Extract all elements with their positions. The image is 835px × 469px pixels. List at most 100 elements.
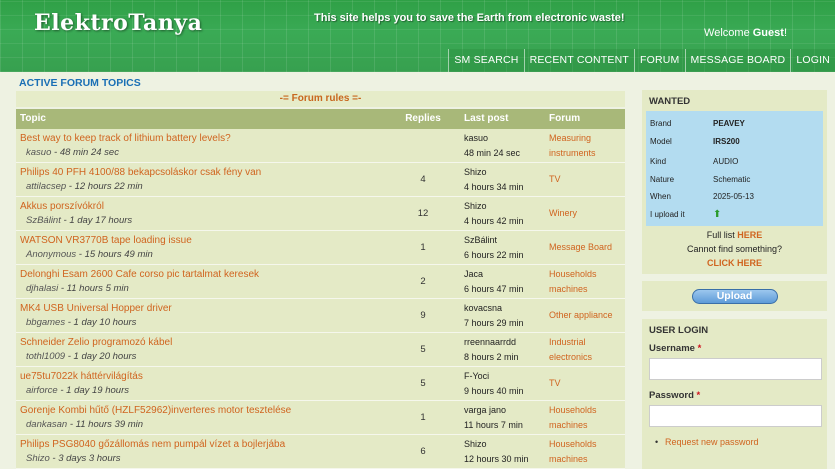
topic-author[interactable]: bbgames — [26, 317, 65, 328]
header-last-post: Last post — [464, 113, 509, 124]
last-post-cell: Shizo 4 hours 34 min — [460, 165, 545, 195]
forum-link[interactable]: TV — [549, 172, 625, 187]
request-password-link[interactable]: Request new password — [649, 437, 820, 447]
nav-message-board[interactable]: MESSAGE BOARD — [684, 49, 791, 72]
last-post-time: 7 hours 29 min — [464, 317, 524, 328]
forum-link-line2[interactable]: instruments — [549, 146, 625, 161]
nav-forum[interactable]: FORUM — [634, 49, 685, 72]
topic-author[interactable]: Anonymous — [26, 249, 76, 260]
last-post-cell: rreennaarrdd 8 hours 2 min — [460, 335, 545, 365]
header-topic: Topic — [20, 113, 46, 124]
topic-title-link[interactable]: WATSON VR3770B tape loading issue — [20, 235, 386, 246]
topic-title-link[interactable]: Gorenje Kombi hűtő (HZLF52962)inverteres… — [20, 405, 386, 416]
topic-title-link[interactable]: ue75tu7022k háttérvilágítás — [20, 371, 386, 382]
forum-link[interactable]: TV — [549, 376, 625, 391]
topic-title-link[interactable]: Delonghi Esam 2600 Cafe corso pic tartal… — [20, 269, 386, 280]
main-content: ACTIVE FORUM TOPICS -= Forum rules =- To… — [16, 76, 625, 469]
topic-author[interactable]: dankasan — [26, 419, 67, 430]
header-forum: Forum — [549, 113, 581, 124]
nav-recent-content[interactable]: RECENT CONTENT — [523, 49, 635, 72]
wanted-key: Kind — [650, 157, 667, 167]
page-title: ACTIVE FORUM TOPICS — [19, 77, 141, 89]
forum-link[interactable]: Message Board — [549, 240, 625, 255]
wanted-row-when: When 2025-05-13 — [650, 188, 819, 206]
last-post-user[interactable]: rreennaarrdd — [464, 335, 545, 350]
wanted-row-nature: Nature Schematic — [650, 171, 819, 189]
topic-title-link[interactable]: Philips PSG8040 gőzállomás nem pumpál ví… — [20, 439, 386, 450]
upload-button[interactable]: Upload — [691, 288, 778, 304]
welcome-suffix: ! — [783, 27, 787, 39]
forum-rules-link[interactable]: -= Forum rules =- — [16, 91, 625, 107]
last-post-user[interactable]: Shizo — [464, 199, 545, 214]
upload-arrow-icon[interactable]: ⬆ — [713, 209, 721, 220]
topic-meta: attilacsep - 12 hours 22 min — [20, 181, 386, 192]
topic-author[interactable]: SzBálint — [26, 215, 61, 226]
forum-link[interactable]: Households — [549, 403, 625, 418]
topic-meta: djhalasi - 11 hours 5 min — [20, 283, 386, 294]
site-logo[interactable]: ElektroTanya — [34, 10, 202, 36]
replies-count: 6 — [420, 446, 426, 457]
topic-age-separator: - — [65, 351, 74, 362]
wanted-row-upload: I upload it ⬆ — [650, 206, 819, 224]
topic-title-link[interactable]: Philips 40 PFH 4100/88 bekapcsoláskor cs… — [20, 167, 386, 178]
last-post-time: 4 hours 42 min — [464, 215, 524, 226]
last-post-cell: kasuo 48 min 24 sec — [460, 131, 545, 161]
forum-link[interactable]: Winery — [549, 206, 625, 221]
topic-age: 48 min 24 sec — [59, 147, 119, 158]
forum-link[interactable]: Other appliance — [549, 308, 625, 323]
wanted-value: IRS200 — [713, 136, 740, 146]
topic-author[interactable]: kasuo — [26, 147, 51, 158]
last-post-time: 6 hours 22 min — [464, 249, 524, 260]
click-here-link[interactable]: CLICK HERE — [646, 256, 823, 270]
topic-author[interactable]: tothl1009 — [26, 351, 65, 362]
forum-cell: Industrial electronics — [545, 335, 625, 365]
forum-link-line2[interactable]: machines — [549, 418, 625, 433]
last-post-cell: Shizo 4 hours 42 min — [460, 199, 545, 229]
last-post-user[interactable]: kovacsna — [464, 301, 545, 316]
last-post-cell: SzBálint 6 hours 22 min — [460, 233, 545, 263]
forum-cell: TV — [545, 172, 625, 187]
topic-author[interactable]: airforce — [26, 385, 58, 396]
forum-cell: Winery — [545, 206, 625, 221]
login-title: USER LOGIN — [649, 325, 709, 336]
full-list-link[interactable]: HERE — [737, 230, 762, 240]
last-post-user[interactable]: SzBálint — [464, 233, 545, 248]
nav-sm-search[interactable]: SM SEARCH — [448, 49, 524, 72]
forum-cell: Other appliance — [545, 308, 625, 323]
table-row: Best way to keep track of lithium batter… — [16, 129, 625, 163]
topic-author[interactable]: Shizo — [26, 453, 50, 464]
topic-age: 11 hours 39 min — [75, 419, 144, 430]
last-post-user[interactable]: Shizo — [464, 165, 545, 180]
topic-title-link[interactable]: Schneider Zelio programozó kábel — [20, 337, 386, 348]
last-post-user[interactable]: varga jano — [464, 403, 545, 418]
forum-link[interactable]: Households — [549, 437, 625, 452]
last-post-user[interactable]: F-Yoci — [464, 369, 545, 384]
last-post-user[interactable]: Shizo — [464, 437, 545, 452]
username-field[interactable] — [649, 358, 822, 380]
topic-author[interactable]: attilacsep — [26, 181, 66, 192]
topic-title-link[interactable]: MK4 USB Universal Hopper driver — [20, 303, 386, 314]
required-mark: * — [696, 390, 701, 401]
last-post-user[interactable]: Jaca — [464, 267, 545, 282]
replies-count: 1 — [420, 242, 426, 253]
forum-link[interactable]: Industrial — [549, 335, 625, 350]
topic-cell: Philips PSG8040 gőzállomás nem pumpál ví… — [16, 439, 386, 464]
forum-link-line2[interactable]: electronics — [549, 350, 625, 365]
topic-author[interactable]: djhalasi — [26, 283, 58, 294]
password-field[interactable] — [649, 405, 822, 427]
forum-link-line2[interactable]: machines — [549, 452, 625, 467]
last-post-user[interactable]: kasuo — [464, 131, 545, 146]
topic-age-separator: - — [51, 147, 60, 158]
nav-login[interactable]: LOGIN — [790, 49, 835, 72]
forum-link[interactable]: Measuring — [549, 131, 625, 146]
forum-cell: Message Board — [545, 240, 625, 255]
topic-cell: Delonghi Esam 2600 Cafe corso pic tartal… — [16, 269, 386, 294]
wanted-value: Schematic — [713, 174, 751, 184]
forum-link-line2[interactable]: machines — [549, 282, 625, 297]
forum-link[interactable]: Households — [549, 267, 625, 282]
topic-title-link[interactable]: Best way to keep track of lithium batter… — [20, 133, 386, 144]
wanted-key: Brand — [650, 119, 672, 129]
topic-title-link[interactable]: Akkus porszívókról — [20, 201, 386, 212]
welcome-message: Welcome Guest! — [704, 27, 787, 39]
topic-age-separator: - — [49, 453, 59, 464]
